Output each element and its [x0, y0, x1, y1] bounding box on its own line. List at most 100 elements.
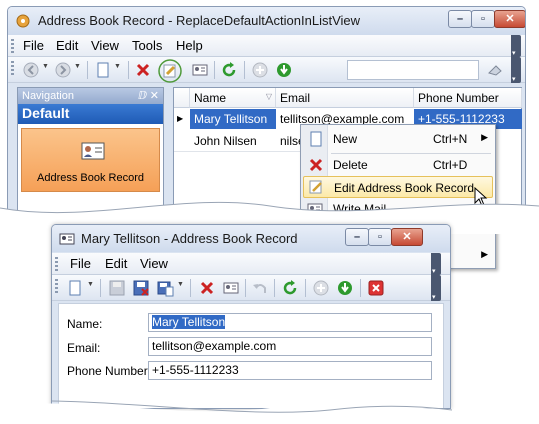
disabled-add-icon[interactable] — [251, 61, 269, 79]
undo-icon[interactable] — [251, 279, 269, 297]
menu-grip[interactable] — [11, 39, 14, 53]
close-icon: ✕ — [402, 231, 412, 243]
cancel-red-icon[interactable] — [367, 279, 385, 297]
minimize-icon: – — [353, 231, 361, 243]
row-indicator-header — [174, 88, 190, 108]
menu-overflow-button[interactable]: ▾ — [511, 35, 521, 57]
toolbar-separator — [87, 61, 88, 79]
navigation-header: Navigation ⅅ ✕ — [18, 88, 163, 104]
row-indicator-icon: ▶ — [177, 114, 184, 123]
name-field-value: Mary Tellitson — [152, 315, 226, 329]
new-document-icon — [310, 131, 322, 147]
new-document-icon[interactable] — [94, 61, 112, 79]
menu-file[interactable]: File — [70, 256, 91, 271]
contact-card-icon[interactable] — [222, 279, 240, 297]
detail-menu-bar: File Edit View ▾ — [52, 253, 450, 275]
close-button[interactable]: ✕ — [391, 228, 423, 246]
main-title-bar: Address Book Record - ReplaceDefaultActi… — [8, 7, 525, 35]
back-icon[interactable] — [22, 61, 40, 79]
back-dropdown-icon[interactable]: ▼ — [42, 63, 49, 70]
detail-title-bar: Mary Tellitson - Address Book Record – ▫… — [52, 225, 450, 252]
refresh-icon[interactable] — [281, 279, 299, 297]
detail-toolbar: ▼ ▼ ▾ — [52, 275, 450, 301]
delete-x-icon — [309, 158, 323, 172]
minimize-button[interactable]: – — [448, 10, 472, 28]
context-item-new-label: New — [333, 132, 358, 146]
maximize-icon: ▫ — [378, 231, 382, 243]
toolbar-grip[interactable] — [11, 61, 14, 75]
column-header-name-label: Name — [194, 91, 227, 105]
menu-file[interactable]: File — [23, 38, 44, 53]
toolbar-overflow-button[interactable]: ▾ — [431, 275, 441, 301]
delete-x-icon[interactable] — [134, 61, 152, 79]
edit-pencil-icon[interactable] — [158, 59, 182, 83]
forward-icon[interactable] — [54, 61, 72, 79]
column-header-phone[interactable]: Phone Number — [414, 88, 522, 108]
submenu-arrow-icon: ▶ — [481, 249, 488, 259]
clear-search-icon[interactable] — [486, 61, 504, 79]
context-item-delete-shortcut: Ctrl+D — [433, 158, 468, 172]
menu-view[interactable]: View — [91, 38, 119, 53]
submenu-arrow-icon: ▶ — [481, 132, 488, 142]
save-icon[interactable] — [108, 279, 126, 297]
name-field[interactable]: Mary Tellitson — [148, 313, 432, 332]
table-cell-name[interactable]: Mary Tellitson — [190, 109, 276, 129]
close-button[interactable]: ✕ — [494, 10, 525, 28]
context-item-edit-label: Edit Address Book Record — [334, 181, 475, 195]
contact-card-icon — [81, 142, 105, 160]
menu-view[interactable]: View — [140, 256, 168, 271]
email-field[interactable]: tellitson@example.com — [148, 337, 432, 356]
panel-close-icon[interactable]: ✕ — [150, 89, 159, 102]
forward-dropdown-icon[interactable]: ▼ — [74, 63, 81, 70]
menu-tools[interactable]: Tools — [132, 38, 162, 53]
main-menu-bar: File Edit View Tools Help ▾ — [8, 35, 525, 57]
download-icon[interactable] — [336, 279, 354, 297]
maximize-button[interactable]: ▫ — [471, 10, 495, 28]
new-document-icon[interactable] — [66, 279, 84, 297]
save-dropdown-icon[interactable]: ▼ — [177, 281, 184, 288]
name-label: Name: — [67, 317, 103, 331]
delete-x-icon[interactable] — [198, 279, 216, 297]
sort-icon: ▽ — [265, 92, 272, 101]
menu-overflow-button[interactable]: ▾ — [431, 253, 441, 275]
column-header-name[interactable]: Name ▽ — [190, 88, 276, 108]
pin-icon[interactable]: ⅅ — [138, 89, 147, 102]
phone-number-label: Phone Number: — [67, 364, 152, 378]
context-item-new[interactable]: New Ctrl+N ▶ — [303, 128, 493, 150]
minimize-button[interactable]: – — [345, 228, 369, 246]
menu-grip[interactable] — [55, 257, 58, 271]
save-and-new-icon[interactable] — [156, 279, 174, 297]
nav-item-address-book-record[interactable]: Address Book Record — [21, 128, 160, 192]
detail-form: Name: Mary Tellitson Email: tellitson@ex… — [58, 303, 444, 408]
download-icon[interactable] — [275, 61, 293, 79]
toolbar-separator — [245, 279, 246, 297]
column-header-email[interactable]: Email — [276, 88, 414, 108]
disabled-add-icon[interactable] — [312, 279, 330, 297]
menu-edit[interactable]: Edit — [105, 256, 127, 271]
main-toolbar: ▼ ▼ ▼ ▾ — [8, 57, 525, 83]
menu-edit[interactable]: Edit — [56, 38, 78, 53]
search-box[interactable] — [347, 60, 479, 80]
toolbar-separator — [214, 61, 215, 79]
context-item-delete[interactable]: Delete Ctrl+D — [303, 154, 493, 176]
table-cell-name[interactable]: John Nilsen — [190, 131, 276, 151]
menu-help[interactable]: Help — [176, 38, 203, 53]
toolbar-separator — [360, 279, 361, 297]
minimize-icon: – — [456, 13, 464, 25]
nav-group-default[interactable]: Default — [18, 104, 163, 124]
nav-item-label: Address Book Record — [37, 172, 144, 184]
save-and-close-icon[interactable] — [132, 279, 150, 297]
contact-card-icon[interactable] — [191, 61, 209, 79]
new-dropdown-icon[interactable]: ▼ — [87, 281, 94, 288]
toolbar-overflow-button[interactable]: ▾ — [511, 57, 521, 83]
toolbar-separator — [190, 279, 191, 297]
email-label: Email: — [67, 341, 101, 355]
phone-number-field[interactable]: +1-555-1112233 — [148, 361, 432, 380]
maximize-button[interactable]: ▫ — [368, 228, 392, 246]
edit-pencil-icon — [309, 180, 322, 194]
new-dropdown-icon[interactable]: ▼ — [114, 63, 121, 70]
refresh-icon[interactable] — [220, 61, 238, 79]
toolbar-separator — [305, 279, 306, 297]
torn-edge-decoration — [0, 400, 539, 424]
toolbar-grip[interactable] — [55, 279, 58, 293]
